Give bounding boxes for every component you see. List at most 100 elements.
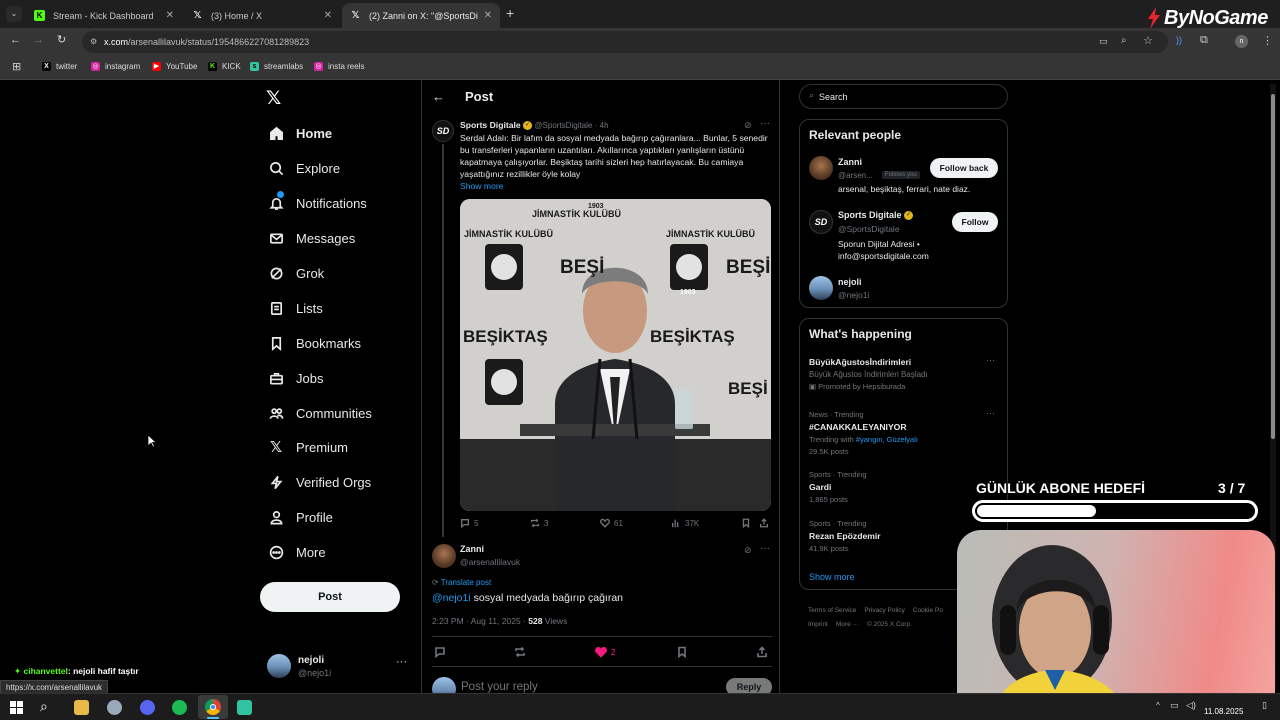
x-logo-icon[interactable]: 𝕏 [266, 87, 281, 110]
bookmark-action[interactable] [676, 646, 692, 658]
reply-action[interactable]: 5 [460, 518, 478, 528]
spotify-icon[interactable] [172, 700, 187, 715]
bookmark-kick[interactable]: K KICK [208, 62, 241, 71]
bookmark-twitter[interactable]: Xtwitter [42, 62, 77, 71]
trend-item[interactable]: BüyükAğustosİndirimleri Büyük Ağustos İn… [809, 357, 999, 391]
bookmark-star-icon[interactable]: ☆ [1143, 34, 1153, 47]
close-icon[interactable]: ✕ [324, 10, 332, 21]
footer-link[interactable]: Cookie Po [913, 607, 943, 614]
follow-back-button[interactable]: Follow back [930, 158, 998, 178]
notification-bell-icon[interactable]: ▯ [1262, 700, 1267, 711]
nav-lists[interactable]: Lists [268, 297, 323, 319]
mention-link[interactable]: @nejo1i [432, 592, 471, 604]
discord-icon[interactable] [140, 700, 155, 715]
search-input[interactable]: ⌕ Search [799, 84, 1008, 109]
footer-link[interactable]: Privacy Policy [864, 607, 904, 614]
author-name[interactable]: Sports Digitale [460, 120, 521, 130]
person-name[interactable]: Zanni [838, 157, 862, 167]
reply-more-icon[interactable]: ··· [760, 543, 770, 554]
new-tab-button[interactable]: + [506, 5, 514, 21]
account-menu-icon[interactable]: ··· [396, 656, 407, 668]
footer-link[interactable]: Imprint [808, 621, 828, 628]
repost-action[interactable] [514, 646, 530, 658]
account-switcher[interactable]: nejoli @nejo1i ··· [266, 652, 412, 682]
bookmark-action[interactable] [741, 518, 755, 528]
show-more-link[interactable]: Show more [809, 572, 855, 582]
timestamp-text[interactable]: 2:23 PM · Aug 11, 2025 · [432, 616, 528, 626]
bookmark-streamlabs[interactable]: s streamlabs [250, 62, 303, 71]
nav-jobs[interactable]: Jobs [268, 367, 323, 389]
post-button[interactable]: Post [260, 582, 400, 612]
extensions-puzzle-icon[interactable]: ⧉ [1200, 34, 1208, 47]
author-handle[interactable]: @SportsDigitale [534, 121, 592, 130]
tab-home-x[interactable]: 𝕏 (3) Home / X ✕ [184, 3, 340, 28]
reply-avatar[interactable] [432, 544, 456, 568]
nav-messages[interactable]: Messages [268, 227, 355, 249]
nav-grok[interactable]: Grok [268, 262, 324, 284]
footer-link[interactable]: More ··· [836, 621, 859, 628]
scrollbar-thumb[interactable] [1271, 94, 1275, 439]
grok-icon[interactable]: ⊘ [744, 120, 752, 131]
tweet-avatar[interactable]: SD [432, 120, 454, 142]
zoom-icon[interactable]: ⌕ [1121, 35, 1127, 46]
reply-action[interactable] [434, 646, 450, 658]
translate-post-link[interactable]: ⟳ Translate post [432, 578, 491, 587]
reply-author-handle[interactable]: @arsenallilavuk [460, 557, 520, 567]
grok-icon[interactable]: ⊘ [744, 545, 752, 556]
steam-icon[interactable] [107, 700, 122, 715]
reply-input[interactable]: Post your reply [461, 681, 538, 693]
avatar[interactable]: SD [809, 210, 833, 234]
show-more-link[interactable]: Show more [460, 181, 503, 191]
nav-communities[interactable]: Communities [268, 402, 372, 424]
close-icon[interactable]: ✕ [484, 10, 492, 21]
nav-more[interactable]: More [268, 541, 326, 563]
avatar[interactable] [809, 156, 833, 180]
taskbar-date[interactable]: 11.08.2025 [1204, 707, 1243, 716]
volume-icon[interactable]: ◁) [1186, 700, 1196, 711]
forward-icon[interactable]: → [33, 34, 44, 46]
follow-button[interactable]: Follow [952, 212, 998, 232]
nav-explore[interactable]: Explore [268, 157, 340, 179]
avatar[interactable] [809, 276, 833, 300]
bookmark-instagram[interactable]: ◎ instagram [91, 62, 140, 71]
share-action[interactable] [759, 518, 773, 528]
extension-icon[interactable]: )) [1176, 35, 1182, 45]
cast-icon[interactable]: ▭ [1099, 36, 1108, 47]
nav-profile[interactable]: Profile [268, 506, 333, 528]
footer-link[interactable]: Terms of Service [808, 607, 856, 614]
nav-home[interactable]: Home [268, 122, 332, 144]
address-bar[interactable]: ⚙ x.com/arsenallilavuk/status/1954866227… [82, 31, 1168, 53]
trend-more-icon[interactable]: ··· [986, 355, 995, 365]
reply-author-name[interactable]: Zanni [460, 544, 484, 554]
person-handle[interactable]: @SportsDigitale [838, 224, 900, 234]
close-icon[interactable]: ✕ [166, 10, 174, 21]
views-action[interactable]: 37K [671, 518, 699, 528]
person-name[interactable]: Sports Digitale [838, 210, 902, 220]
tweet-image[interactable]: JİMNASTİK KULÜBÜ JİMNASTİK KULÜBÜ JİMNAS… [460, 199, 771, 511]
chrome-taskbar-button[interactable] [198, 695, 228, 719]
tray-chevron-icon[interactable]: ^ [1156, 701, 1160, 710]
trend-more-icon[interactable]: ··· [986, 408, 995, 418]
nav-premium[interactable]: 𝕏 Premium [268, 436, 348, 458]
like-action[interactable]: 2 [595, 646, 615, 658]
person-handle[interactable]: @nejo1i [838, 290, 869, 300]
trend-with-links[interactable]: #yangın, Güzelyalı [856, 435, 918, 444]
nav-notifications[interactable]: Notifications [268, 191, 367, 214]
nav-verified-orgs[interactable]: Verified Orgs [268, 471, 371, 493]
nav-bookmarks[interactable]: Bookmarks [268, 332, 361, 354]
bookmark-youtube[interactable]: ▶ YouTube [152, 62, 197, 71]
back-arrow-icon[interactable]: ← [432, 89, 445, 104]
repost-action[interactable]: 3 [530, 518, 548, 528]
streamlabs-icon[interactable] [237, 700, 252, 715]
bookmark-insta-reels[interactable]: ◎ insta reels [314, 62, 364, 71]
browser-menu-icon[interactable]: ⋮ [1262, 34, 1273, 47]
share-action[interactable] [756, 646, 772, 658]
windows-start-icon[interactable] [10, 701, 23, 714]
profile-avatar-icon[interactable]: n [1235, 35, 1248, 48]
site-info-icon[interactable]: ⚙ [90, 31, 97, 53]
network-icon[interactable]: ▭ [1170, 700, 1179, 711]
trend-item[interactable]: News · Trending #CANAKKALEYANIYOR Trendi… [809, 410, 999, 456]
search-icon[interactable]: ⌕ [40, 698, 48, 715]
trend-item[interactable]: Sports · Trending Gardi 1,865 posts [809, 470, 999, 504]
tweet-more-icon[interactable]: ··· [760, 118, 770, 129]
